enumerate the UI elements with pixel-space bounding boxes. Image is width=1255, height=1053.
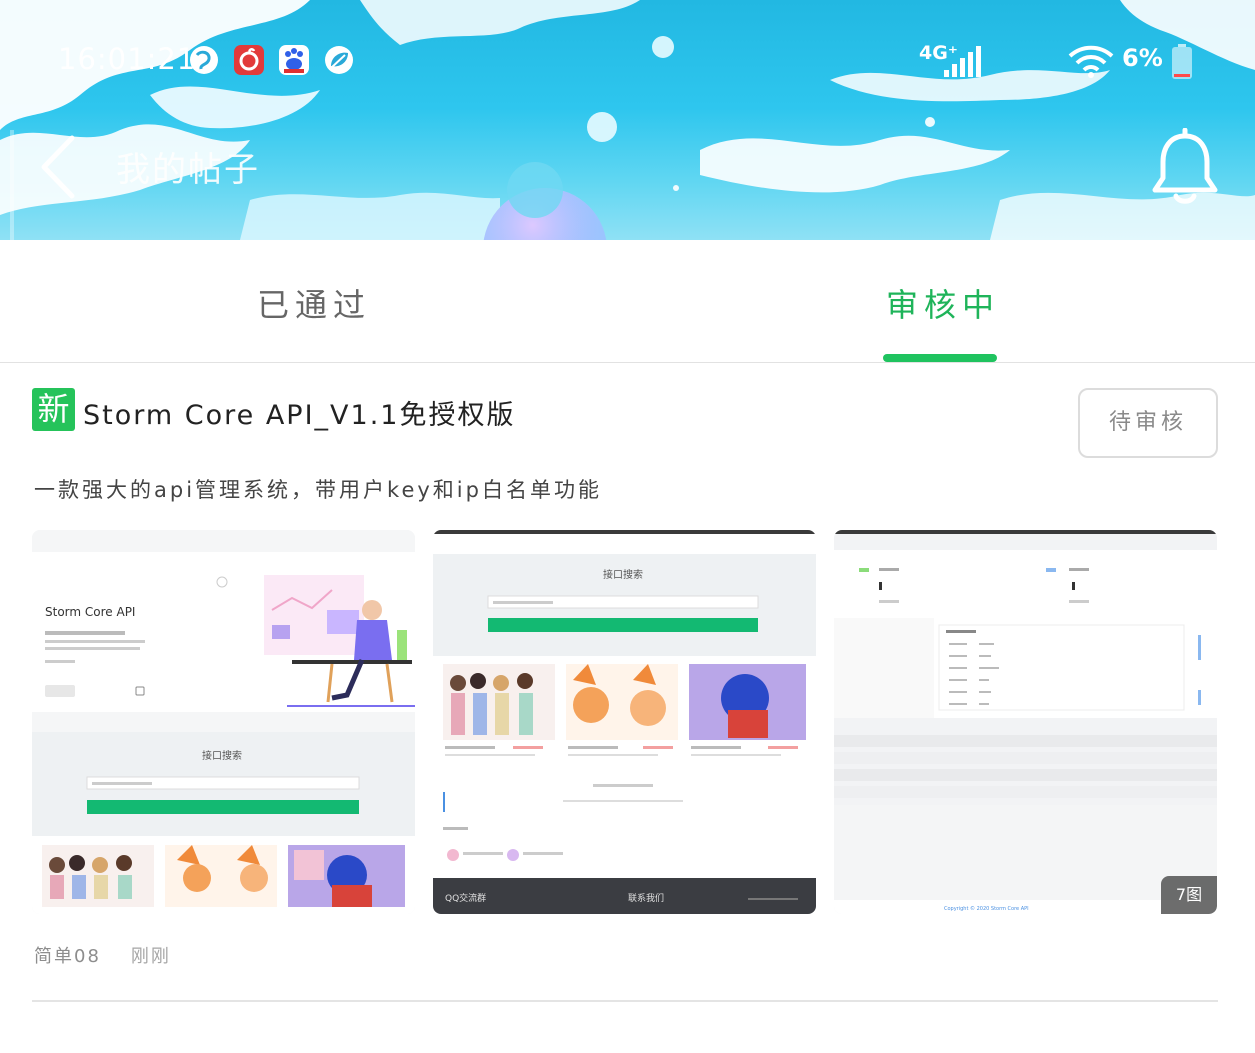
preview-copyright: Copyright © 2020 Storm Core API bbox=[944, 905, 1029, 912]
post-divider bbox=[32, 1000, 1218, 1002]
status-bar: 16:01:21 4G⁺ 6% bbox=[0, 30, 1255, 90]
preview-search-heading: 接口搜索 bbox=[202, 749, 242, 762]
post-author[interactable]: 简单08 bbox=[34, 946, 101, 967]
screenshot-preview-3: Copyright © 2020 Storm Core API bbox=[834, 530, 1217, 914]
review-status-button[interactable]: 待审核 bbox=[1078, 388, 1218, 458]
screenshot-preview-2: 接口搜索 QQ交流群 联系我们 bbox=[433, 530, 816, 914]
baidu-icon bbox=[279, 45, 309, 75]
header: 16:01:21 4G⁺ 6% 我的帖子 bbox=[0, 0, 1255, 240]
preview-search-heading-2: 接口搜索 bbox=[603, 568, 643, 581]
post-description: 一款强大的api管理系统，带用户key和ip白名单功能 bbox=[34, 478, 602, 502]
page-title: 我的帖子 bbox=[116, 150, 260, 190]
battery-level: 6% bbox=[1122, 44, 1163, 72]
tab-reviewing[interactable]: 审核中 bbox=[886, 280, 1000, 326]
preview-footer-left: QQ交流群 bbox=[445, 892, 486, 904]
post-images: Storm Core API 接口搜索 接口搜索 QQ交流群 联系我们 Copy… bbox=[32, 530, 1218, 914]
post-image-2[interactable]: 接口搜索 QQ交流群 联系我们 bbox=[433, 530, 816, 914]
battery-icon bbox=[1172, 44, 1192, 79]
back-button[interactable] bbox=[34, 132, 94, 202]
bell-icon bbox=[1152, 127, 1218, 204]
preview-brand: Storm Core API bbox=[45, 605, 135, 619]
image-count-badge: 7图 bbox=[1161, 876, 1217, 914]
status-time: 16:01:21 bbox=[58, 42, 197, 76]
active-tab-indicator bbox=[883, 354, 997, 362]
chevron-left-icon bbox=[41, 135, 75, 199]
notification-button[interactable] bbox=[1148, 127, 1222, 206]
post-meta: 简单08 刚刚 bbox=[34, 942, 171, 968]
signal-strength-icon bbox=[944, 46, 981, 77]
wifi-icon bbox=[1068, 45, 1114, 78]
post-image-1[interactable]: Storm Core API 接口搜索 bbox=[32, 530, 415, 914]
tab-approved[interactable]: 已通过 bbox=[257, 280, 371, 326]
new-badge: 新 bbox=[32, 388, 75, 431]
preview-footer-mid: 联系我们 bbox=[628, 892, 664, 904]
netease-music-icon bbox=[234, 45, 264, 75]
swirl-app-icon bbox=[190, 46, 218, 74]
post-time: 刚刚 bbox=[130, 946, 171, 967]
post-image-3[interactable]: Copyright © 2020 Storm Core API 7图 bbox=[834, 530, 1217, 914]
screenshot-preview-1: Storm Core API 接口搜索 bbox=[32, 530, 415, 914]
tab-bar: 已通过 审核中 bbox=[0, 240, 1255, 363]
post-title[interactable]: Storm Core API_V1.1免授权版 bbox=[83, 393, 515, 432]
leaf-app-icon bbox=[325, 46, 353, 74]
